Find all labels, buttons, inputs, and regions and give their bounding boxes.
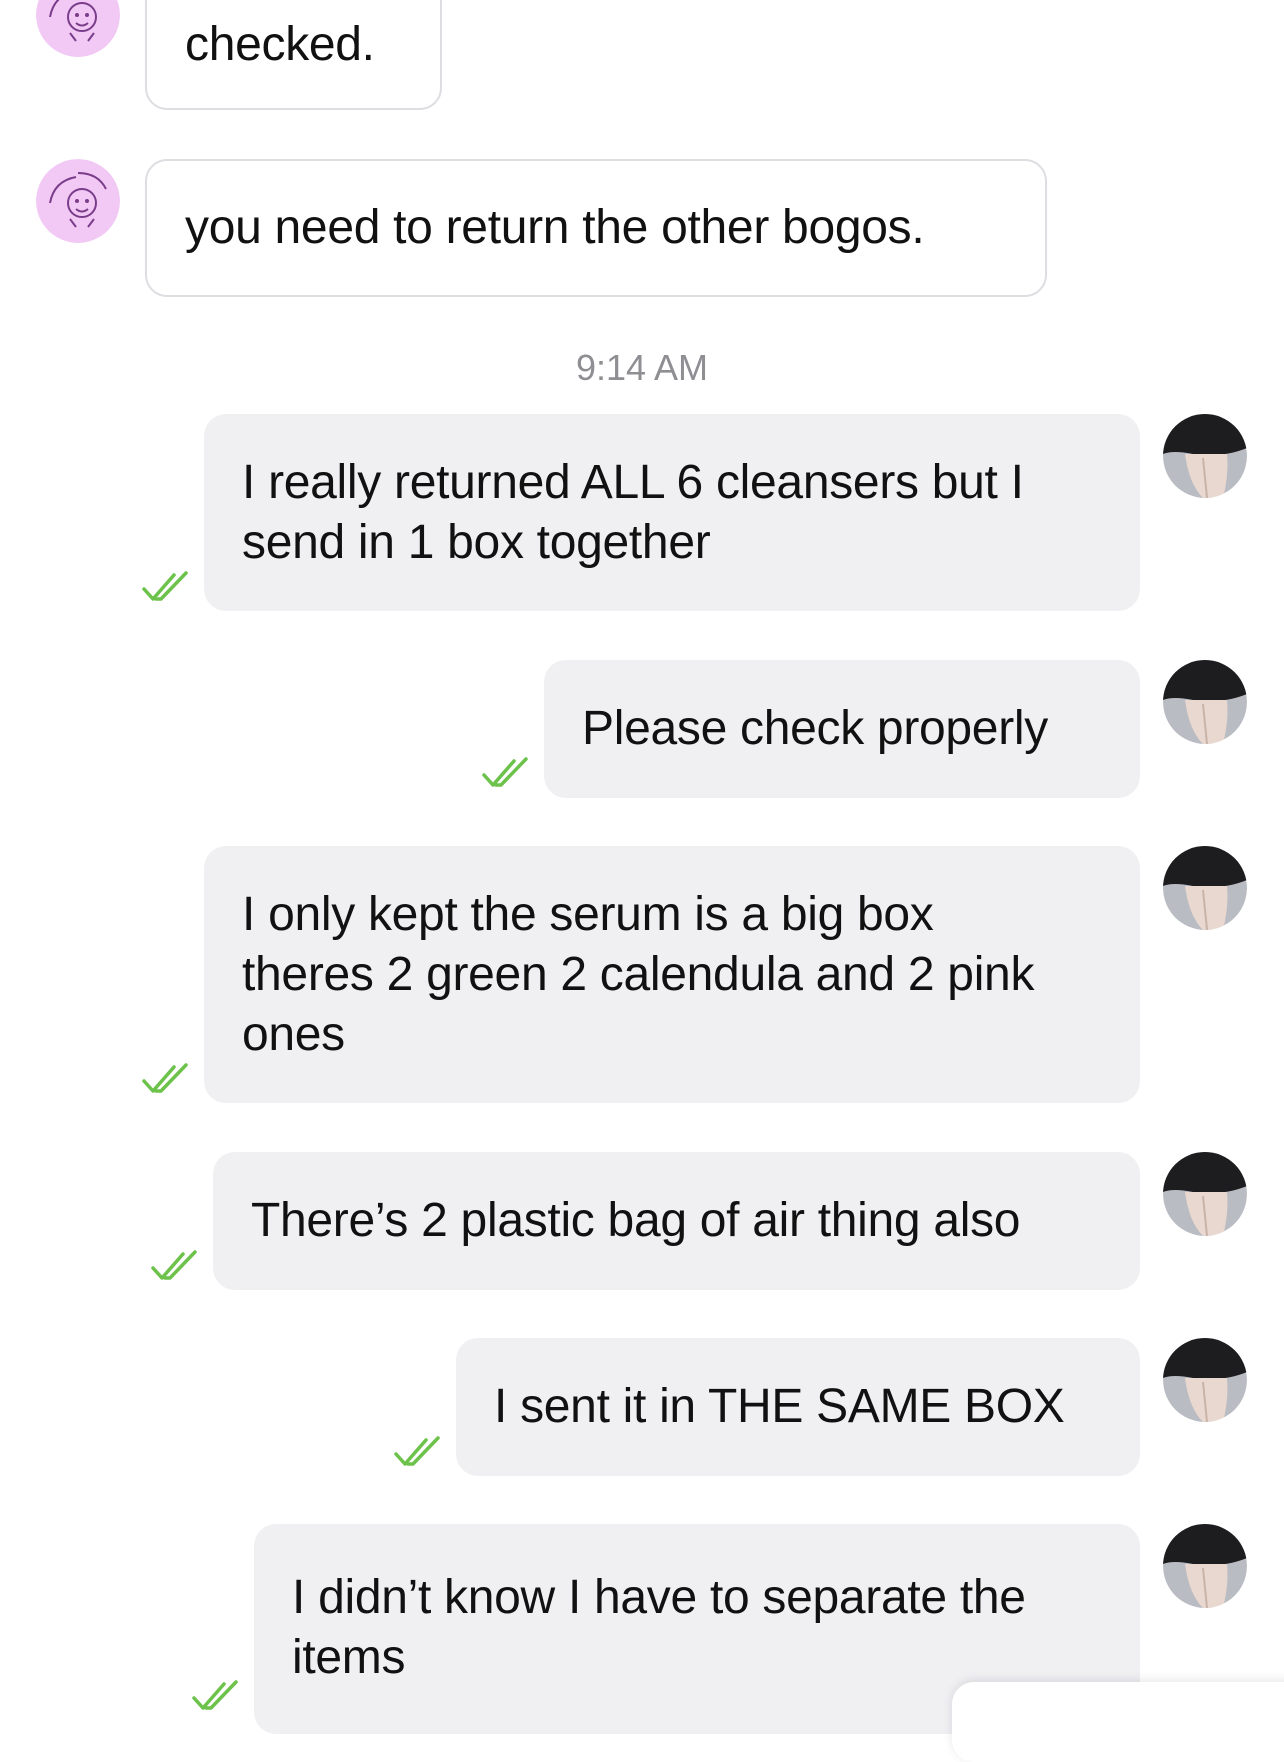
chat-thread[interactable]: checked. you need to return the other bo… xyxy=(0,0,1284,1762)
message-text: you need to return the other bogos. xyxy=(185,201,925,254)
user-profile-icon xyxy=(1163,660,1247,744)
double-check-icon xyxy=(482,757,534,789)
user-profile-icon xyxy=(1163,846,1247,930)
user-avatar[interactable] xyxy=(1163,414,1247,498)
outgoing-message[interactable]: Please check properly xyxy=(544,660,1140,798)
message-line: theres 2 green 2 calendula and 2 pink xyxy=(242,947,1035,1001)
double-check-icon xyxy=(394,1436,446,1468)
message-line: There’s 2 plastic bag of air thing also xyxy=(251,1194,1021,1247)
seller-avatar[interactable] xyxy=(36,159,120,243)
message-line: items xyxy=(292,1631,406,1684)
message-line: Please check properly xyxy=(582,702,1048,755)
message-line: ones xyxy=(242,1007,345,1061)
user-profile-icon xyxy=(1163,414,1247,498)
angel-havens-logo-icon xyxy=(36,0,120,57)
message-line: I didn’t know I have to separate the xyxy=(292,1571,1026,1624)
user-profile-icon xyxy=(1163,1152,1247,1236)
user-profile-icon xyxy=(1163,1524,1247,1608)
outgoing-message[interactable]: I sent it in THE SAME BOX xyxy=(456,1338,1140,1476)
user-avatar[interactable] xyxy=(1163,846,1247,930)
outgoing-message[interactable]: I really returned ALL 6 cleansers but I … xyxy=(204,414,1140,611)
message-line: send in 1 box together xyxy=(242,515,711,569)
double-check-icon xyxy=(142,571,194,603)
double-check-icon xyxy=(192,1680,244,1712)
angel-havens-logo-icon xyxy=(36,159,120,243)
user-avatar[interactable] xyxy=(1163,660,1247,744)
incoming-message[interactable]: you need to return the other bogos. xyxy=(145,159,1047,297)
message-text: checked. xyxy=(185,18,375,71)
incoming-message[interactable]: checked. xyxy=(145,0,442,110)
message-timestamp: 9:14 AM xyxy=(575,347,709,388)
seller-avatar[interactable] xyxy=(36,0,120,57)
double-check-icon xyxy=(151,1250,203,1282)
user-avatar[interactable] xyxy=(1163,1524,1247,1608)
floating-card[interactable] xyxy=(952,1682,1284,1762)
user-profile-icon xyxy=(1163,1338,1247,1422)
message-line: I sent it in THE SAME BOX xyxy=(494,1380,1065,1433)
message-line: I only kept the serum is a big box xyxy=(242,887,934,941)
outgoing-message[interactable]: I only kept the serum is a big box there… xyxy=(204,846,1140,1103)
message-line: I really returned ALL 6 cleansers but I xyxy=(242,455,1024,509)
user-avatar[interactable] xyxy=(1163,1338,1247,1422)
double-check-icon xyxy=(142,1063,194,1095)
user-avatar[interactable] xyxy=(1163,1152,1247,1236)
outgoing-message[interactable]: There’s 2 plastic bag of air thing also xyxy=(213,1152,1140,1290)
